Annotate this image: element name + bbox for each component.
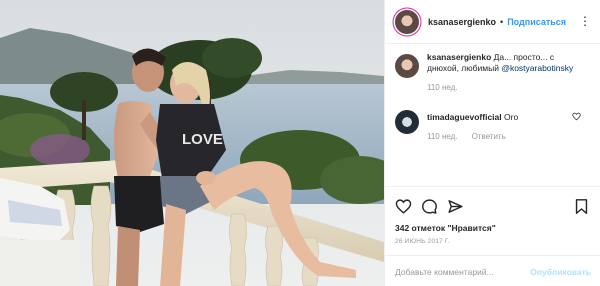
comment-avatar[interactable] <box>395 110 419 134</box>
post-image: LOVE <box>0 0 384 286</box>
caption-username[interactable]: ksanasergienko <box>427 52 491 62</box>
caption: ksanasergienko Да... просто... с днюхой,… <box>385 52 600 104</box>
comment-text: timadaguevofficial Oro <box>427 108 587 123</box>
shirt-print: LOVE <box>182 131 223 148</box>
action-bar <box>385 187 600 223</box>
caption-text: ksanasergienko Да... просто... с днюхой,… <box>427 52 587 74</box>
header-separator: • <box>500 16 504 27</box>
post-footer: 342 отметок "Нравится" 26 ИЮНЬ 2017 Г. Д… <box>385 186 600 277</box>
comment-age[interactable]: 110 нед. <box>427 132 458 141</box>
caption-age[interactable]: 110 нед. <box>427 83 458 92</box>
comment-meta: 110 нед. Ответить <box>427 132 587 141</box>
post-side-panel: ksanasergienko • Подписаться ⋮ ksanaserg… <box>384 0 600 286</box>
caption-mention[interactable]: @kostyarabotinsky <box>501 63 573 73</box>
comment-icon[interactable] <box>421 198 438 215</box>
comments-list: ksanasergienko Да... просто... с днюхой,… <box>385 52 600 141</box>
caption-avatar[interactable] <box>395 54 419 78</box>
share-icon[interactable] <box>447 198 464 215</box>
heart-icon[interactable] <box>395 198 412 215</box>
author-username[interactable]: ksanasergienko <box>428 17 496 27</box>
more-options-icon[interactable]: ⋮ <box>579 14 591 28</box>
caption-meta: 110 нед. <box>427 83 587 92</box>
reply-button[interactable]: Ответить <box>472 132 506 141</box>
comment-item: timadaguevofficial Oro 110 нед. Ответить <box>385 108 600 141</box>
add-comment-input[interactable]: Добавьте комментарий... <box>395 267 494 277</box>
post-date[interactable]: 26 ИЮНЬ 2017 Г. <box>395 238 450 245</box>
follow-button[interactable]: Подписаться <box>507 17 566 27</box>
like-comment-icon[interactable] <box>572 112 581 121</box>
bookmark-icon[interactable] <box>573 198 590 215</box>
instagram-post: LOVE ksanasergienko • Подписаться ⋮ ksan… <box>0 0 600 286</box>
post-header: ksanasergienko • Подписаться ⋮ <box>385 0 600 44</box>
add-comment-bar: Добавьте комментарий... Опубликовать <box>385 255 600 286</box>
post-photo[interactable]: LOVE <box>0 0 384 286</box>
author-avatar[interactable] <box>395 9 419 34</box>
publish-button[interactable]: Опубликовать <box>530 267 591 277</box>
comment-username[interactable]: timadaguevofficial <box>427 112 502 122</box>
likes-count[interactable]: 342 отметок "Нравится" <box>395 223 496 233</box>
comment-body: Oro <box>501 112 519 122</box>
